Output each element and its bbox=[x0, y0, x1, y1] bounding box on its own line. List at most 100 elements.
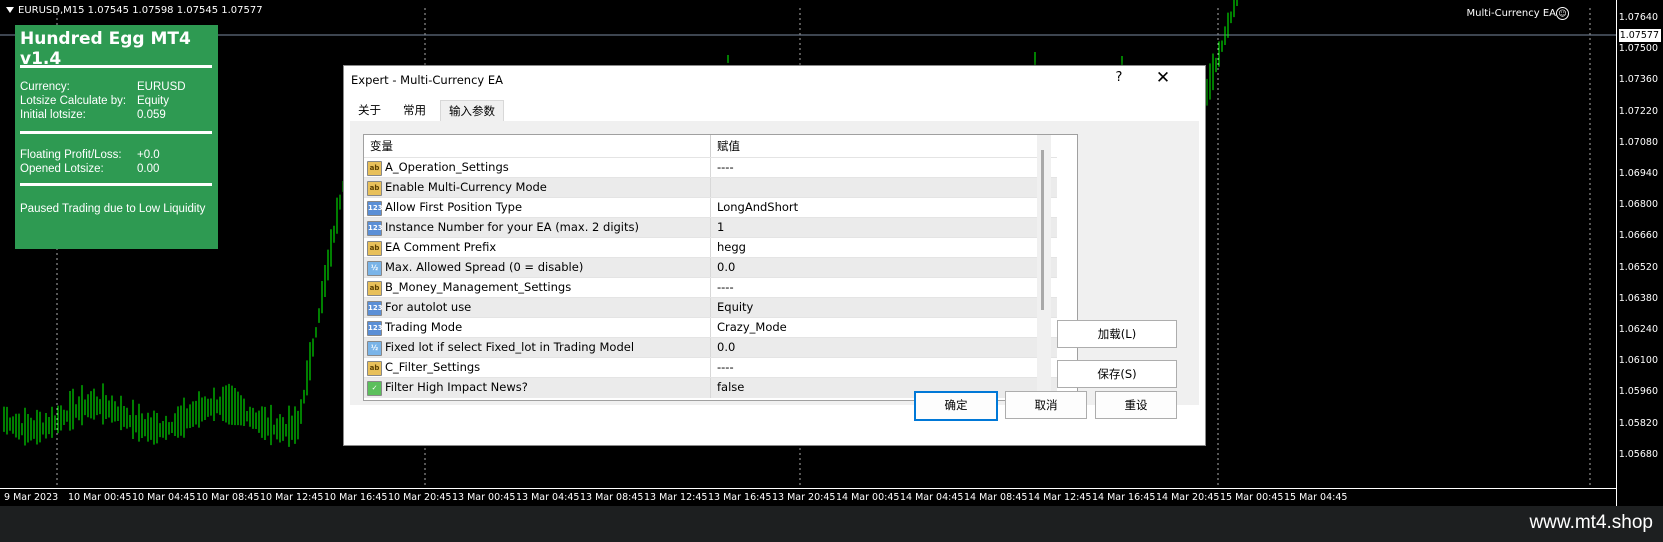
trading-status: Paused Trading due to Low Liquidity bbox=[20, 203, 206, 215]
column-divider bbox=[710, 178, 711, 198]
save-button[interactable]: 保存(S) bbox=[1057, 360, 1177, 388]
price-tick-label: 1.07220 bbox=[1618, 105, 1658, 117]
param-row[interactable]: 123 Allow First Position Type LongAndShort bbox=[364, 197, 1057, 218]
column-divider bbox=[710, 158, 711, 178]
time-tick-label: 13 Mar 00:45 bbox=[452, 492, 516, 503]
panel-divider bbox=[20, 65, 212, 68]
help-icon[interactable]: ? bbox=[1109, 70, 1129, 85]
column-header-value[interactable]: 赋值 bbox=[711, 135, 1062, 157]
chart-menu-triangle-icon[interactable] bbox=[6, 7, 14, 13]
close-icon[interactable]: ✕ bbox=[1152, 68, 1174, 88]
param-row[interactable]: ½ Fixed lot if select Fixed_lot in Tradin… bbox=[364, 337, 1057, 358]
column-divider bbox=[710, 278, 711, 298]
column-header-variable[interactable]: 变量 bbox=[364, 135, 711, 157]
param-row[interactable]: ½ Max. Allowed Spread (0 = disable) 0.0 bbox=[364, 257, 1057, 278]
tab-common[interactable]: 常用 bbox=[395, 100, 434, 120]
dialog-titlebar[interactable]: Expert - Multi-Currency EA ? ✕ bbox=[344, 66, 1205, 93]
symbol-quote-text: EURUSD,M15 1.07545 1.07598 1.07545 1.075… bbox=[18, 5, 263, 16]
param-type-bool-icon: ✓ bbox=[367, 381, 382, 396]
time-tick-label: 15 Mar 04:45 bbox=[1284, 492, 1348, 503]
price-tick-label: 1.05680 bbox=[1618, 448, 1658, 460]
tab-about[interactable]: 关于 bbox=[350, 100, 389, 120]
column-divider bbox=[710, 338, 711, 358]
param-type-ab-icon: ab bbox=[367, 241, 382, 256]
param-name: B_Money_Management_Settings bbox=[385, 280, 572, 294]
time-tick-label: 14 Mar 08:45 bbox=[964, 492, 1028, 503]
param-type-num-icon: 123 bbox=[367, 201, 383, 216]
column-divider bbox=[710, 218, 711, 238]
time-tick-label: 10 Mar 04:45 bbox=[132, 492, 196, 503]
ea-smiley-icon[interactable]: ☺ bbox=[1556, 7, 1569, 20]
time-tick-label: 9 Mar 2023 bbox=[4, 492, 59, 503]
panel-divider bbox=[20, 183, 212, 186]
initial-lotsize-label: Initial lotsize: bbox=[20, 109, 86, 121]
time-tick-label: 10 Mar 00:45 bbox=[68, 492, 132, 503]
param-name: Filter High Impact News? bbox=[385, 380, 528, 394]
param-name: Trading Mode bbox=[385, 320, 463, 334]
footer-bar: www.mt4.shop bbox=[0, 506, 1663, 542]
load-button[interactable]: 加载(L) bbox=[1057, 320, 1177, 348]
time-tick-label: 14 Mar 00:45 bbox=[836, 492, 900, 503]
param-row[interactable]: 123 Trading Mode Crazy_Mode bbox=[364, 317, 1057, 338]
param-value[interactable]: 0.0 bbox=[717, 260, 735, 274]
param-type-ab-icon: ab bbox=[367, 281, 382, 296]
param-value[interactable]: LongAndShort bbox=[717, 200, 798, 214]
column-divider bbox=[710, 198, 711, 218]
cancel-button[interactable]: 取消 bbox=[1005, 391, 1087, 419]
param-row[interactable]: 123 For autolot use Equity bbox=[364, 297, 1057, 318]
currency-label: Currency: bbox=[20, 81, 70, 93]
opened-lotsize-value: 0.00 bbox=[137, 163, 160, 175]
time-tick-label: 14 Mar 12:45 bbox=[1028, 492, 1092, 503]
time-tick-label: 13 Mar 12:45 bbox=[644, 492, 708, 503]
price-tick-label: 1.06240 bbox=[1618, 324, 1658, 335]
input-parameters-table[interactable]: 变量 赋值 ab A_Operation_Settings ---- ab Enable… bbox=[363, 134, 1078, 401]
param-value[interactable]: Crazy_Mode bbox=[717, 320, 787, 334]
param-value[interactable]: false bbox=[717, 380, 744, 394]
param-value[interactable]: 0.0 bbox=[717, 340, 735, 354]
ok-button[interactable]: 确定 bbox=[914, 391, 998, 421]
param-row[interactable]: 123 Instance Number for your EA (max. 2 d… bbox=[364, 217, 1057, 238]
price-tick-label: 1.07640 bbox=[1618, 12, 1658, 23]
param-value[interactable]: 1 bbox=[717, 220, 724, 234]
chart-symbol-header: EURUSD,M15 1.07545 1.07598 1.07545 1.075… bbox=[6, 5, 263, 16]
param-row[interactable]: ab B_Money_Management_Settings ---- bbox=[364, 277, 1057, 298]
dialog-title: Expert - Multi-Currency EA bbox=[351, 73, 504, 87]
price-tick-label: 1.06800 bbox=[1618, 199, 1658, 211]
param-name: Max. Allowed Spread (0 = disable) bbox=[385, 260, 584, 274]
time-tick-label: 10 Mar 16:45 bbox=[324, 492, 388, 503]
param-type-ab-icon: ab bbox=[367, 161, 382, 176]
param-value[interactable]: ---- bbox=[717, 280, 734, 294]
current-price-label: 1.07577 bbox=[1619, 29, 1661, 42]
price-tick-label: 1.06100 bbox=[1618, 355, 1658, 367]
time-tick-label: 14 Mar 20:45 bbox=[1156, 492, 1220, 503]
param-value[interactable]: ---- bbox=[717, 160, 734, 174]
reset-button[interactable]: 重设 bbox=[1095, 391, 1177, 419]
time-tick-label: 14 Mar 04:45 bbox=[900, 492, 964, 503]
scrollbar-thumb[interactable] bbox=[1041, 150, 1044, 310]
param-value[interactable]: Equity bbox=[717, 300, 753, 314]
floating-pl-value: +0.0 bbox=[137, 149, 160, 161]
price-tick-label: 1.07500 bbox=[1618, 43, 1658, 55]
column-divider bbox=[710, 358, 711, 378]
param-row[interactable]: ab Enable Multi-Currency Mode bbox=[364, 177, 1057, 198]
time-tick-label: 13 Mar 04:45 bbox=[516, 492, 580, 503]
price-axis: 1.07640 1.07500 1.07360 1.07220 1.07080 1.069… bbox=[1616, 0, 1663, 506]
param-name: For autolot use bbox=[385, 300, 472, 314]
opened-lotsize-label: Opened Lotsize: bbox=[20, 163, 104, 175]
param-row[interactable]: ab EA Comment Prefix hegg bbox=[364, 237, 1057, 258]
panel-divider bbox=[20, 131, 212, 134]
ea-info-panel: Hundred Egg MT4 v1.4 Currency: EURUSD Lo… bbox=[15, 25, 218, 249]
table-scrollbar[interactable] bbox=[1037, 135, 1051, 398]
price-tick-label: 1.06380 bbox=[1618, 292, 1658, 304]
tab-inputs[interactable]: 输入参数 bbox=[440, 100, 504, 121]
param-value[interactable]: hegg bbox=[717, 240, 746, 254]
param-row[interactable]: ab C_Filter_Settings ---- bbox=[364, 357, 1057, 378]
price-tick-label: 1.06520 bbox=[1618, 261, 1658, 273]
watermark: www.mt4.shop bbox=[1529, 512, 1653, 533]
param-value[interactable]: ---- bbox=[717, 360, 734, 374]
time-tick-label: 13 Mar 08:45 bbox=[580, 492, 644, 503]
param-name: A_Operation_Settings bbox=[385, 160, 509, 174]
param-name: EA Comment Prefix bbox=[385, 240, 497, 254]
time-tick-label: 10 Mar 08:45 bbox=[196, 492, 260, 503]
param-row[interactable]: ab A_Operation_Settings ---- bbox=[364, 157, 1057, 178]
